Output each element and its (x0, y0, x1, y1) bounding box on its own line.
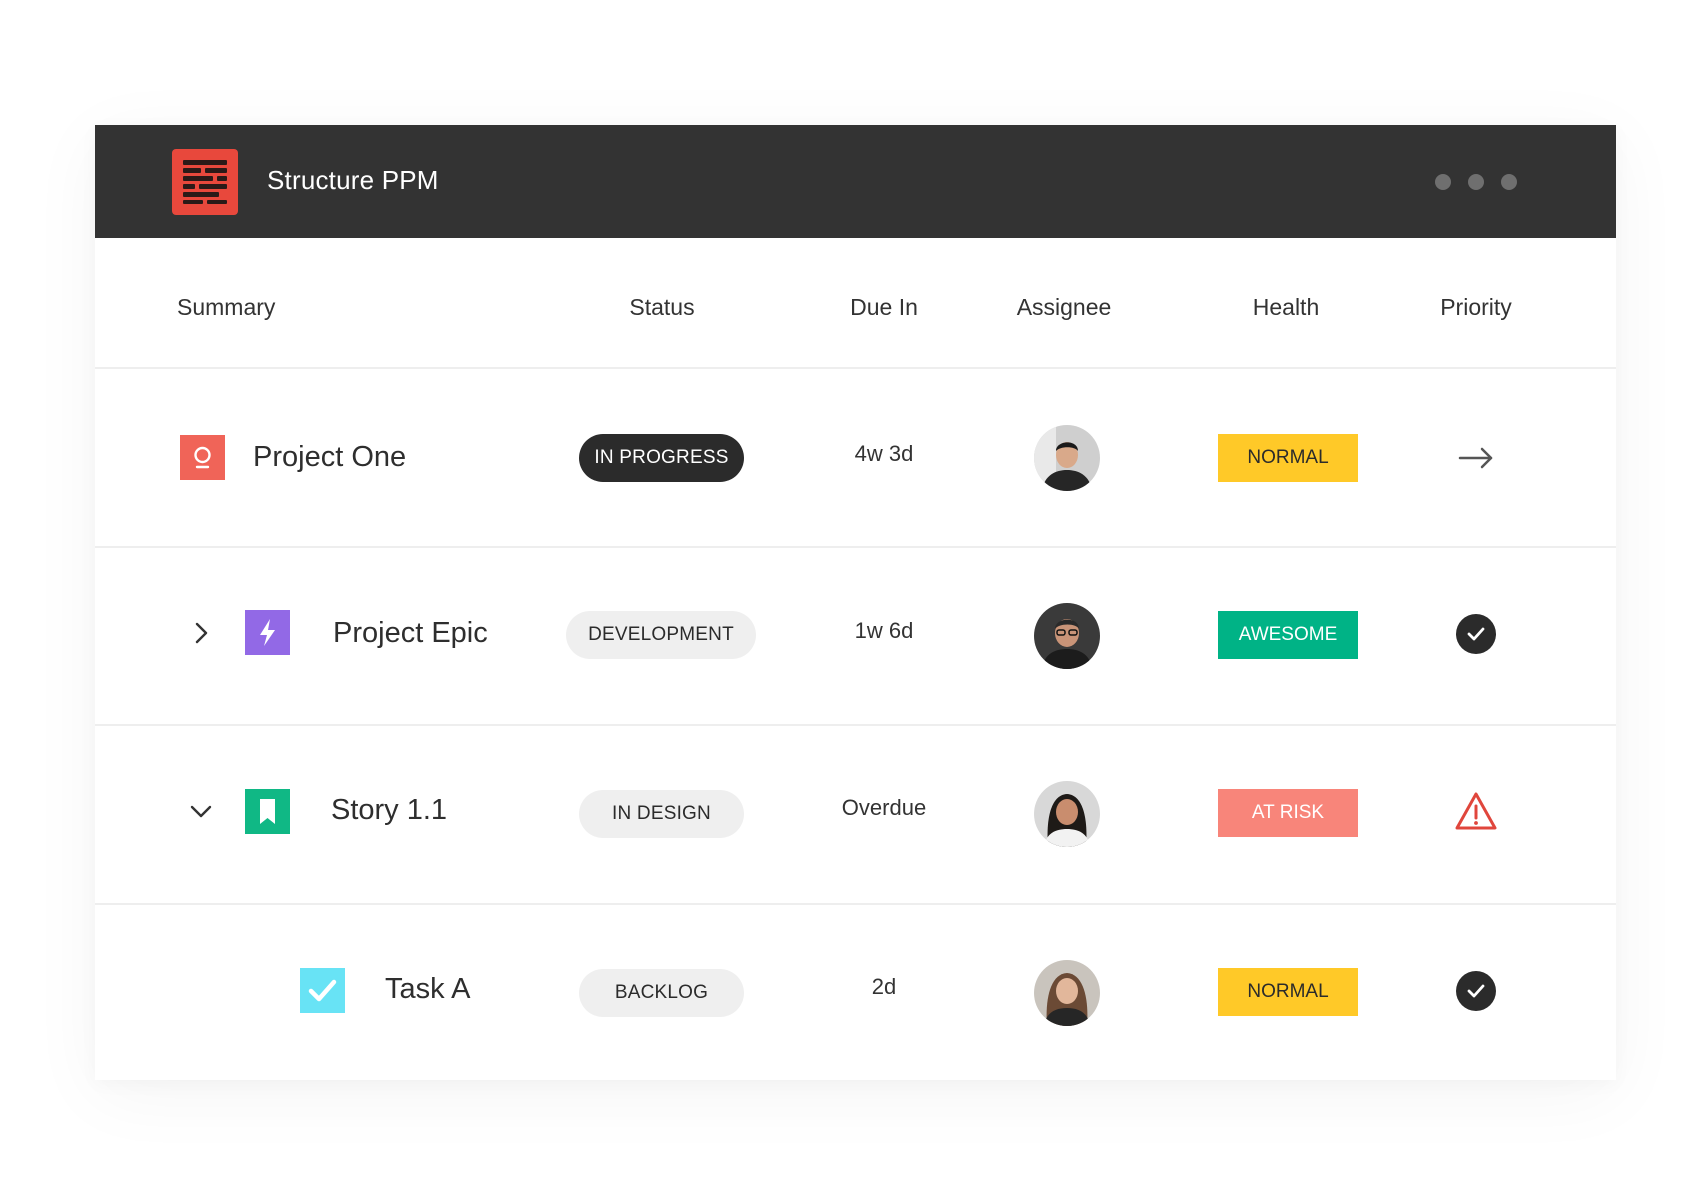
table-row[interactable]: Project Epic DEVELOPMENT 1w 6d AWESOME (95, 548, 1616, 726)
chevron-right-icon[interactable] (187, 619, 215, 647)
avatar[interactable] (1034, 603, 1100, 669)
due-in-value: 2d (871, 974, 897, 999)
chevron-down-icon[interactable] (187, 797, 215, 825)
column-header-health[interactable]: Health (1253, 294, 1319, 321)
due-in-value: Overdue (841, 795, 927, 820)
lightning-icon (245, 610, 290, 655)
dot-icon (1435, 174, 1451, 190)
avatar[interactable] (1034, 781, 1100, 847)
due-in-value: 4w 3d (854, 441, 914, 466)
health-badge[interactable]: AWESOME (1218, 611, 1358, 659)
health-badge[interactable]: NORMAL (1218, 434, 1358, 482)
due-in-value: 1w 6d (854, 618, 914, 643)
avatar[interactable] (1034, 425, 1100, 491)
dot-icon (1468, 174, 1484, 190)
status-badge[interactable]: BACKLOG (579, 969, 744, 1017)
checkbox-icon (300, 968, 345, 1013)
table-row[interactable]: Task A BACKLOG 2d NORMAL (95, 905, 1616, 1083)
column-header-priority[interactable]: Priority (1440, 294, 1512, 321)
row-summary[interactable]: Project Epic (333, 616, 488, 650)
title-bar: Structure PPM (95, 125, 1616, 238)
app-window: Structure PPM Summary Status Due In Assi… (95, 125, 1616, 1080)
column-header-due-in[interactable]: Due In (850, 294, 918, 321)
status-badge[interactable]: IN DESIGN (579, 790, 744, 838)
row-summary[interactable]: Project One (253, 440, 406, 474)
row-summary[interactable]: Task A (385, 972, 470, 1006)
status-badge[interactable]: IN PROGRESS (579, 434, 744, 482)
table-row[interactable]: Story 1.1 IN DESIGN Overdue AT RISK (95, 726, 1616, 904)
dot-icon (1501, 174, 1517, 190)
column-header-status[interactable]: Status (629, 294, 694, 321)
idea-icon (180, 435, 225, 480)
avatar[interactable] (1034, 960, 1100, 1026)
arrow-right-icon[interactable] (1453, 435, 1499, 481)
structure-logo-icon (172, 149, 238, 215)
bookmark-icon (245, 789, 290, 834)
status-badge[interactable]: DEVELOPMENT (566, 611, 756, 659)
warning-triangle-icon[interactable] (1453, 789, 1499, 835)
row-summary[interactable]: Story 1.1 (331, 793, 447, 827)
health-badge[interactable]: NORMAL (1218, 968, 1358, 1016)
column-header-summary[interactable]: Summary (177, 294, 275, 321)
column-header-assignee[interactable]: Assignee (1017, 294, 1112, 321)
app-title: Structure PPM (267, 165, 439, 195)
check-circle-icon[interactable] (1453, 968, 1499, 1014)
table-row[interactable]: Project One IN PROGRESS 4w 3d NORMAL (95, 369, 1616, 547)
health-badge[interactable]: AT RISK (1218, 789, 1358, 837)
check-circle-icon[interactable] (1453, 611, 1499, 657)
